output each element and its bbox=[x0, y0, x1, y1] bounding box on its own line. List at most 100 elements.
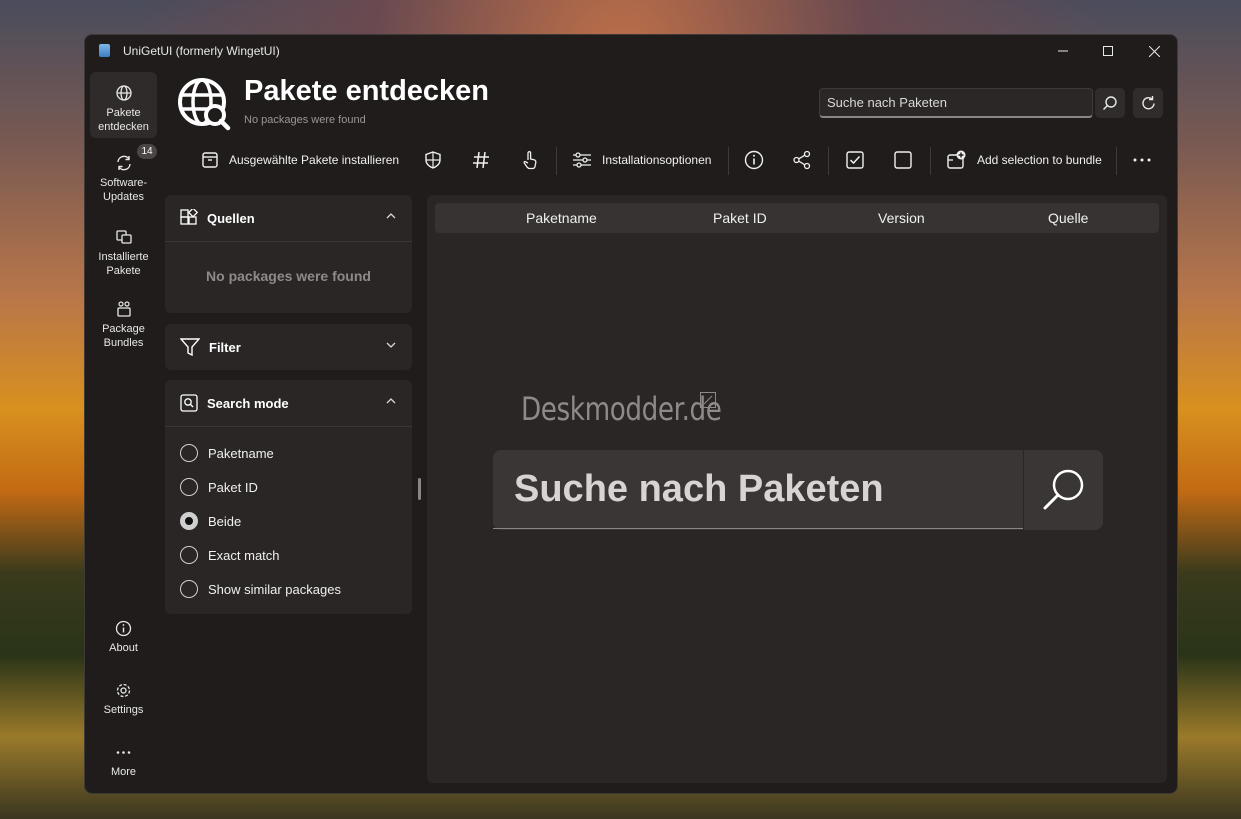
sidebar-item-installed[interactable]: Installierte Pakete bbox=[90, 218, 157, 284]
add-to-bundle-button[interactable]: Add selection to bundle bbox=[947, 145, 1102, 175]
reload-button[interactable] bbox=[1133, 88, 1163, 118]
radio-button-selected[interactable] bbox=[180, 512, 198, 530]
sidebar-item-more[interactable]: More bbox=[90, 736, 157, 786]
shield-icon bbox=[425, 151, 441, 169]
maximize-button[interactable] bbox=[1085, 35, 1131, 67]
search-mode-panel: Search mode Paketname Paket ID Beide Exa… bbox=[165, 380, 412, 614]
search-mode-option-package-id[interactable]: Paket ID bbox=[180, 476, 258, 498]
search-mode-option-package-name[interactable]: Paketname bbox=[180, 442, 274, 464]
maximize-icon bbox=[1103, 46, 1113, 56]
more-icon bbox=[116, 751, 131, 754]
sidebar-item-label: Installierte Pakete bbox=[98, 251, 149, 277]
package-list-pane: Paketname Paket ID Version Quelle Deskmo… bbox=[427, 195, 1167, 783]
app-icon bbox=[99, 44, 110, 57]
sources-empty-message: No packages were found bbox=[206, 268, 371, 284]
search-button[interactable] bbox=[1095, 88, 1125, 118]
chevron-down-icon bbox=[386, 342, 396, 348]
window-title: UniGetUI (formerly WingetUI) bbox=[123, 44, 280, 58]
search-icon bbox=[1102, 96, 1117, 111]
radio-button[interactable] bbox=[180, 546, 198, 564]
more-options-button[interactable] bbox=[1133, 145, 1151, 175]
search-mode-option-exact-match[interactable]: Exact match bbox=[180, 544, 280, 566]
radio-button[interactable] bbox=[180, 580, 198, 598]
toolbar-separator bbox=[828, 147, 829, 175]
close-icon bbox=[1148, 45, 1160, 57]
hash-icon bbox=[473, 151, 489, 169]
radio-button[interactable] bbox=[180, 478, 198, 496]
toolbar-separator bbox=[1116, 147, 1117, 175]
sources-panel-title: Quellen bbox=[207, 210, 255, 226]
watermark-text: Deskmodder.de bbox=[521, 390, 722, 428]
center-search-button[interactable] bbox=[1023, 450, 1104, 530]
chevron-up-icon bbox=[386, 213, 396, 219]
center-search-input[interactable] bbox=[493, 450, 1023, 529]
page-title: Pakete entdecken bbox=[244, 75, 490, 107]
panel-divider bbox=[165, 426, 412, 427]
title-bar: UniGetUI (formerly WingetUI) bbox=[85, 35, 1177, 67]
filter-panel-title: Filter bbox=[209, 339, 241, 355]
column-header-id[interactable]: Paket ID bbox=[713, 210, 767, 226]
minimize-icon bbox=[1058, 50, 1068, 52]
interactive-install-button[interactable] bbox=[520, 145, 540, 175]
install-selected-button[interactable]: Ausgewählte Pakete installieren bbox=[201, 145, 399, 175]
sidebar-item-label: Package Bundles bbox=[102, 323, 145, 349]
checkbox-empty-icon bbox=[894, 151, 912, 169]
center-search-box[interactable] bbox=[493, 450, 1103, 530]
radio-label: Exact match bbox=[208, 547, 280, 563]
checkbox-checked-icon bbox=[846, 151, 864, 169]
sliders-icon bbox=[573, 152, 591, 168]
toolbar-separator bbox=[728, 147, 729, 175]
sidebar-item-label: Pakete entdecken bbox=[98, 107, 149, 133]
toolbar-separator bbox=[930, 147, 931, 175]
search-mode-panel-title: Search mode bbox=[207, 395, 289, 411]
sidebar-item-about[interactable]: About bbox=[90, 612, 157, 662]
pen-icon bbox=[703, 395, 713, 405]
minimize-button[interactable] bbox=[1040, 35, 1086, 67]
package-details-button[interactable] bbox=[744, 145, 764, 175]
select-none-button[interactable] bbox=[894, 145, 912, 175]
add-bundle-icon bbox=[947, 150, 966, 169]
pane-splitter-handle[interactable] bbox=[418, 478, 421, 500]
search-box-icon bbox=[180, 394, 198, 412]
search-box[interactable] bbox=[819, 88, 1106, 118]
watermark-logo bbox=[700, 392, 716, 408]
filter-panel: Filter bbox=[165, 324, 412, 370]
hand-pointer-icon bbox=[523, 151, 537, 170]
admin-install-button[interactable] bbox=[423, 145, 443, 175]
share-button[interactable] bbox=[792, 145, 812, 175]
sidebar-item-settings[interactable]: Settings bbox=[90, 674, 157, 724]
radio-button[interactable] bbox=[180, 444, 198, 462]
search-mode-option-similar[interactable]: Show similar packages bbox=[180, 578, 341, 600]
sidebar-item-bundles[interactable]: Package Bundles bbox=[90, 290, 157, 356]
sidebar-item-discover[interactable]: Pakete entdecken bbox=[90, 72, 157, 138]
installation-options-button[interactable]: Installationsoptionen bbox=[572, 145, 711, 175]
table-header: Paketname Paket ID Version Quelle bbox=[435, 203, 1159, 233]
more-icon bbox=[1133, 158, 1151, 162]
sources-panel: Quellen No packages were found bbox=[165, 195, 412, 313]
radio-label: Paket ID bbox=[208, 479, 258, 495]
column-header-version[interactable]: Version bbox=[878, 210, 925, 226]
search-mode-option-both[interactable]: Beide bbox=[180, 510, 241, 532]
select-all-button[interactable] bbox=[846, 145, 864, 175]
sources-panel-header[interactable]: Quellen bbox=[165, 195, 412, 241]
radio-label: Beide bbox=[208, 513, 242, 529]
filter-icon bbox=[180, 338, 200, 356]
info-icon bbox=[115, 620, 132, 637]
gear-icon bbox=[116, 683, 131, 698]
toolbar-separator bbox=[556, 147, 557, 175]
package-icon bbox=[202, 152, 218, 168]
column-header-source[interactable]: Quelle bbox=[1048, 210, 1088, 226]
filter-panel-header[interactable]: Filter bbox=[165, 324, 412, 370]
search-mode-panel-header[interactable]: Search mode bbox=[165, 380, 412, 426]
install-selected-label: Ausgewählte Pakete installieren bbox=[229, 153, 400, 167]
version-select-button[interactable] bbox=[471, 145, 491, 175]
updates-count-badge: 14 bbox=[137, 144, 157, 159]
info-icon bbox=[744, 150, 764, 170]
search-icon bbox=[1043, 469, 1084, 510]
sidebar-item-label: Settings bbox=[103, 704, 144, 716]
globe-icon bbox=[115, 85, 132, 101]
close-button[interactable] bbox=[1131, 35, 1177, 67]
share-icon bbox=[793, 150, 811, 170]
column-header-name[interactable]: Paketname bbox=[526, 210, 597, 226]
search-input[interactable] bbox=[820, 89, 1106, 116]
